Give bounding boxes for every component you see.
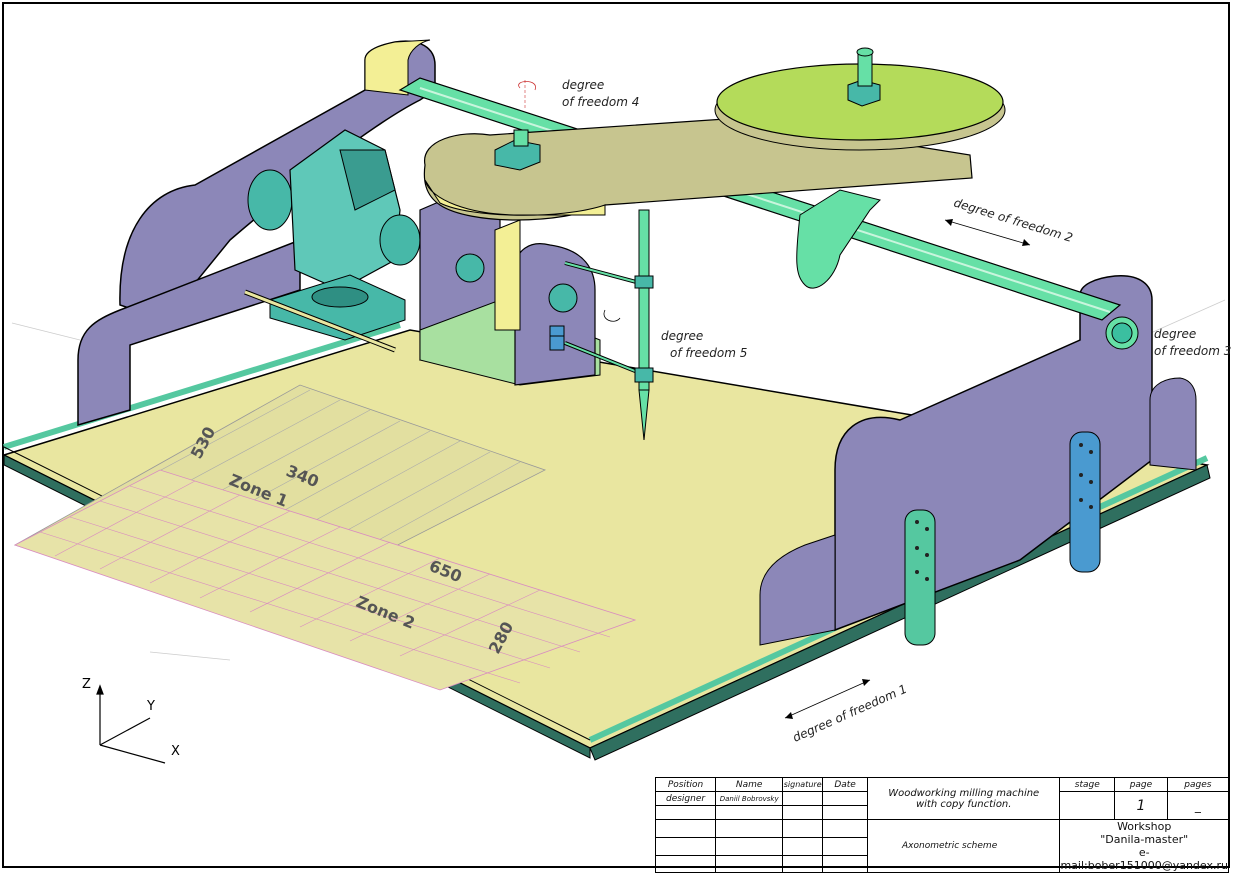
workshop-info: Workshop "Danila-master" e-mail:bober151… xyxy=(1059,819,1229,873)
scheme-label: Axonometric scheme xyxy=(866,819,1061,873)
svg-text:of freedom 4: of freedom 4 xyxy=(562,95,639,109)
axis-z-label: Z xyxy=(82,677,91,692)
axis-x-label: X xyxy=(171,744,180,759)
header-signature: signature xyxy=(782,777,824,792)
template-disc xyxy=(714,47,1006,151)
dof-2-label: degree of freedom 2 xyxy=(944,195,1074,246)
center-uprights xyxy=(419,194,641,386)
svg-text:degree: degree xyxy=(1154,327,1196,341)
pages-count: _ xyxy=(1166,791,1230,820)
axis-indicator xyxy=(96,684,166,764)
dof-1-label: degree of freedom 1 xyxy=(784,679,910,745)
header-position: Position xyxy=(654,777,717,792)
svg-text:degree of freedom 2: degree of freedom 2 xyxy=(952,195,1074,245)
designer-role: designer xyxy=(654,791,717,806)
header-stage: stage xyxy=(1059,777,1116,792)
drawing-title: Woodworking milling machine with copy fu… xyxy=(866,777,1061,820)
svg-text:of freedom 3: of freedom 3 xyxy=(1154,344,1231,358)
header-name: Name xyxy=(715,777,784,792)
title-block: Position Name signature Date Woodworking… xyxy=(654,777,1230,873)
svg-text:degree of freedom 1: degree of freedom 1 xyxy=(791,682,910,745)
axis-y-label: Y xyxy=(146,699,155,714)
page-number: 1 xyxy=(1114,791,1168,820)
dof-4-label: degree of freedom 4 xyxy=(518,78,639,110)
dof-5-label: degree of freedom 5 xyxy=(603,309,747,360)
svg-text:degree: degree xyxy=(562,78,604,92)
header-date: Date xyxy=(822,777,868,792)
header-pages: pages xyxy=(1166,777,1230,792)
axonometric-drawing: Zone 1 340 530 Zone 2 650 280 degree of … xyxy=(1,39,1231,764)
header-page: page xyxy=(1114,777,1168,792)
svg-text:degree: degree xyxy=(661,329,703,343)
dof-3-label: degree of freedom 3 xyxy=(1154,327,1231,358)
designer-name: Daniil Bobrovsky xyxy=(715,791,784,806)
svg-text:of freedom 5: of freedom 5 xyxy=(670,346,747,360)
